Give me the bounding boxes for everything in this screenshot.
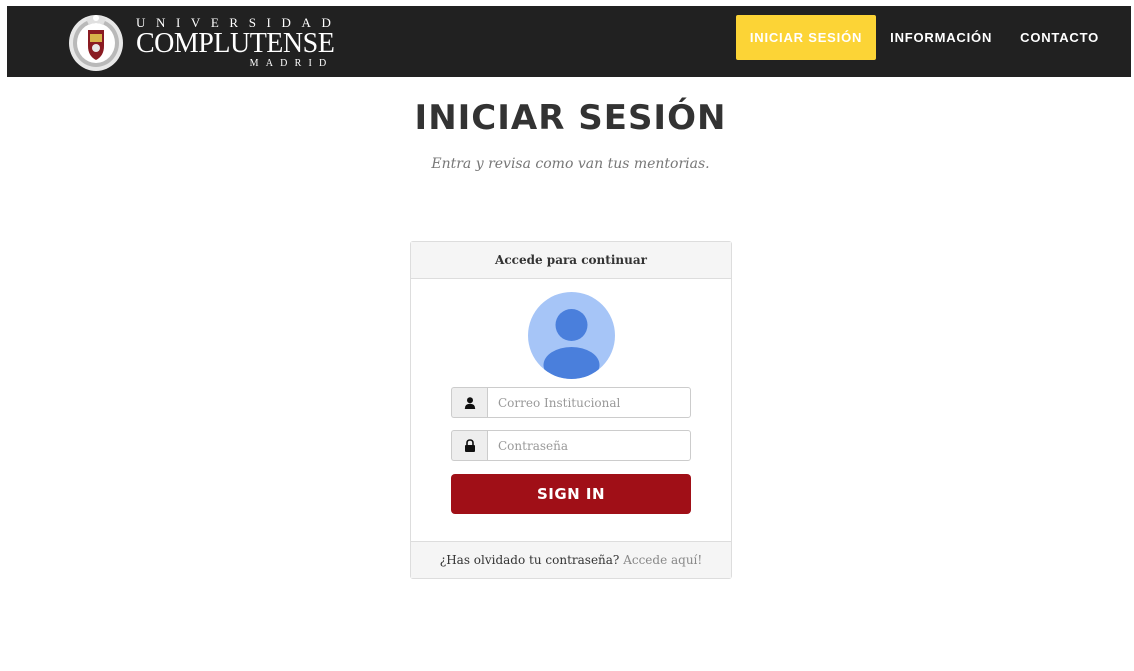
email-input-group (451, 387, 691, 418)
user-icon (451, 387, 487, 418)
page-title: INICIAR SESIÓN (414, 98, 727, 138)
nav-item-contacto[interactable]: CONTACTO (1006, 15, 1113, 60)
lock-icon (451, 430, 487, 461)
university-seal-icon (69, 15, 123, 71)
password-input-group (451, 430, 691, 461)
user-avatar-icon (528, 292, 615, 379)
login-card-header: Accede para continuar (411, 242, 731, 279)
forgot-password-link[interactable]: Accede aquí! (623, 553, 702, 567)
nav-item-iniciar-sesion[interactable]: INICIAR SESIÓN (735, 15, 877, 60)
page-subtitle: Entra y revisa como van tus mentorias. (431, 156, 710, 172)
university-logo[interactable]: UNIVERSIDAD COMPLUTENSE MADRID (66, 10, 336, 73)
password-field[interactable] (487, 430, 691, 461)
navbar: UNIVERSIDAD COMPLUTENSE MADRID INICIAR S… (7, 6, 1131, 77)
brand-line-3: MADRID (249, 58, 334, 69)
email-field[interactable] (487, 387, 691, 418)
login-card: Accede para continuar SIGN IN (410, 241, 732, 579)
brand-line-2: COMPLUTENSE (136, 28, 335, 59)
main-nav: INICIAR SESIÓN INFORMACIÓN CONTACTO (735, 15, 1113, 60)
forgot-password-text: ¿Has olvidado tu contraseña? (439, 553, 620, 567)
nav-item-informacion[interactable]: INFORMACIÓN (876, 15, 1006, 60)
sign-in-button[interactable]: SIGN IN (451, 474, 691, 514)
login-card-footer: ¿Has olvidado tu contraseña? Accede aquí… (411, 541, 731, 578)
